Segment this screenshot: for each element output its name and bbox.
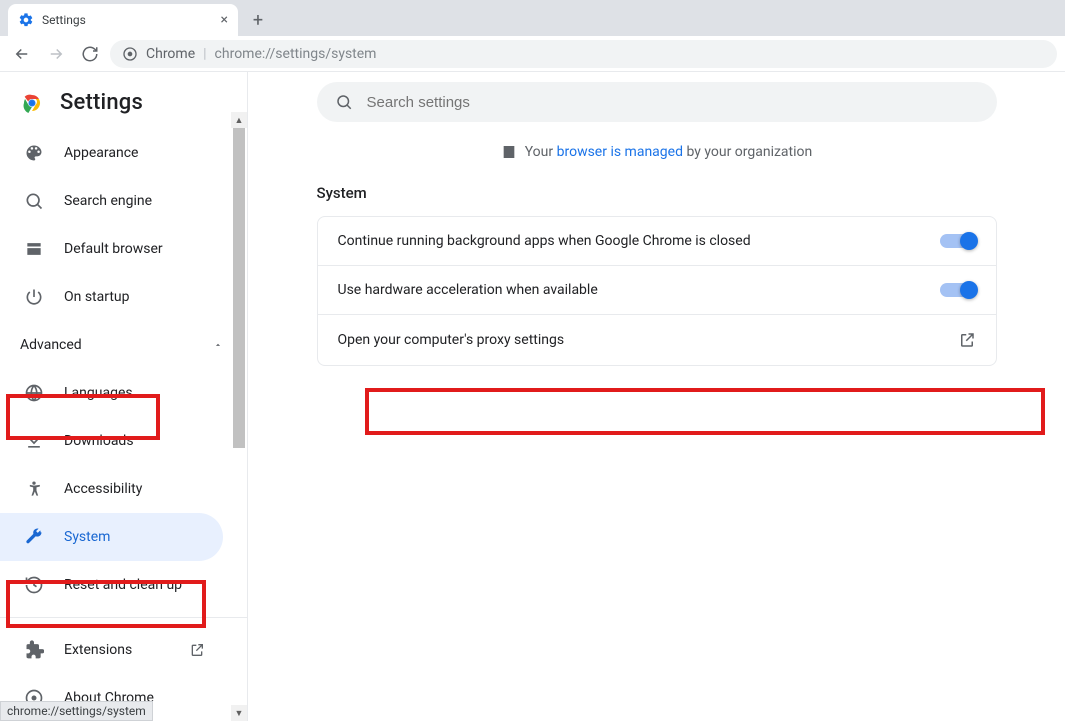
extension-icon xyxy=(24,640,44,660)
launch-icon xyxy=(189,642,205,658)
sidebar-item-label: System xyxy=(64,529,110,545)
browser-toolbar: Chrome | chrome://settings/system xyxy=(0,36,1065,72)
restore-icon xyxy=(24,575,44,595)
app-container: Settings Appearance Search engine Defaul… xyxy=(0,72,1065,721)
sidebar-section-advanced[interactable]: Advanced xyxy=(0,321,247,369)
sidebar-item-downloads[interactable]: Downloads xyxy=(0,417,223,465)
building-icon xyxy=(501,144,517,160)
wrench-icon xyxy=(24,527,44,547)
setting-label: Use hardware acceleration when available xyxy=(338,282,598,298)
search-settings-box[interactable] xyxy=(317,82,997,122)
chevron-up-icon xyxy=(213,340,223,350)
setting-label: Continue running background apps when Go… xyxy=(338,233,751,249)
sidebar-item-label: On startup xyxy=(64,289,130,305)
chrome-icon xyxy=(122,46,138,62)
forward-button[interactable] xyxy=(42,40,70,68)
download-icon xyxy=(24,431,44,451)
page-title: Settings xyxy=(60,90,143,115)
setting-row-hardware-accel[interactable]: Use hardware acceleration when available xyxy=(318,266,996,315)
launch-icon xyxy=(958,331,976,349)
settings-section: System Continue running background apps … xyxy=(317,184,997,366)
toggle-switch[interactable] xyxy=(940,234,976,248)
new-tab-button[interactable]: + xyxy=(244,6,272,34)
scroll-up-button[interactable]: ▲ xyxy=(231,112,247,128)
divider xyxy=(0,617,247,618)
sidebar-item-label: Reset and clean up xyxy=(64,577,182,593)
accessibility-icon xyxy=(24,479,44,499)
tab-title: Settings xyxy=(42,13,86,27)
browser-icon xyxy=(24,239,44,259)
sidebar-item-search-engine[interactable]: Search engine xyxy=(0,177,223,225)
power-icon xyxy=(24,287,44,307)
sidebar-item-label: Default browser xyxy=(64,241,163,257)
gear-icon xyxy=(18,12,34,28)
sidebar-item-label: Downloads xyxy=(64,433,134,449)
managed-suffix: by your organization xyxy=(683,144,812,160)
address-bar[interactable]: Chrome | chrome://settings/system xyxy=(110,40,1057,68)
toggle-switch[interactable] xyxy=(940,283,976,297)
setting-label: Open your computer's proxy settings xyxy=(338,332,565,348)
setting-row-proxy[interactable]: Open your computer's proxy settings xyxy=(318,315,996,365)
url-divider: | xyxy=(203,46,206,62)
managed-prefix: Your xyxy=(525,144,557,160)
sidebar-item-label: Accessibility xyxy=(64,481,142,497)
reload-button[interactable] xyxy=(76,40,104,68)
managed-link[interactable]: browser is managed xyxy=(557,144,683,160)
scrollbar-thumb[interactable] xyxy=(233,128,245,448)
sidebar: Settings Appearance Search engine Defaul… xyxy=(0,72,248,721)
managed-notice: Your browser is managed by your organiza… xyxy=(501,144,813,160)
sidebar-item-label: Extensions xyxy=(64,642,132,658)
content-area: Your browser is managed by your organiza… xyxy=(248,72,1065,721)
sidebar-item-system[interactable]: System xyxy=(0,513,223,561)
scroll-down-button[interactable]: ▼ xyxy=(231,705,247,721)
sidebar-item-label: Appearance xyxy=(64,145,138,161)
sidebar-item-languages[interactable]: Languages xyxy=(0,369,223,417)
search-input[interactable] xyxy=(367,94,979,111)
sidebar-item-default-browser[interactable]: Default browser xyxy=(0,225,223,273)
sidebar-header: Settings xyxy=(0,84,247,129)
status-bar: chrome://settings/system xyxy=(0,701,153,721)
globe-icon xyxy=(24,383,44,403)
section-title: System xyxy=(317,184,997,202)
back-button[interactable] xyxy=(8,40,36,68)
sidebar-item-extensions[interactable]: Extensions xyxy=(0,626,223,674)
setting-row-background-apps[interactable]: Continue running background apps when Go… xyxy=(318,217,996,266)
browser-tab[interactable]: Settings × xyxy=(8,4,238,36)
sidebar-item-label: Languages xyxy=(64,385,133,401)
sidebar-item-accessibility[interactable]: Accessibility xyxy=(0,465,223,513)
settings-card: Continue running background apps when Go… xyxy=(317,216,997,366)
palette-icon xyxy=(24,143,44,163)
sidebar-item-label: Search engine xyxy=(64,193,152,209)
chrome-logo-icon xyxy=(20,91,44,115)
url-text: chrome://settings/system xyxy=(215,46,377,62)
sidebar-item-appearance[interactable]: Appearance xyxy=(0,129,223,177)
sidebar-item-reset[interactable]: Reset and clean up xyxy=(0,561,223,609)
url-scheme: Chrome xyxy=(146,46,195,62)
sidebar-section-label: Advanced xyxy=(20,337,82,353)
sidebar-item-on-startup[interactable]: On startup xyxy=(0,273,223,321)
tab-strip: Settings × + xyxy=(0,0,1065,36)
search-icon xyxy=(335,93,353,111)
close-icon[interactable]: × xyxy=(221,12,228,28)
search-icon xyxy=(24,191,44,211)
